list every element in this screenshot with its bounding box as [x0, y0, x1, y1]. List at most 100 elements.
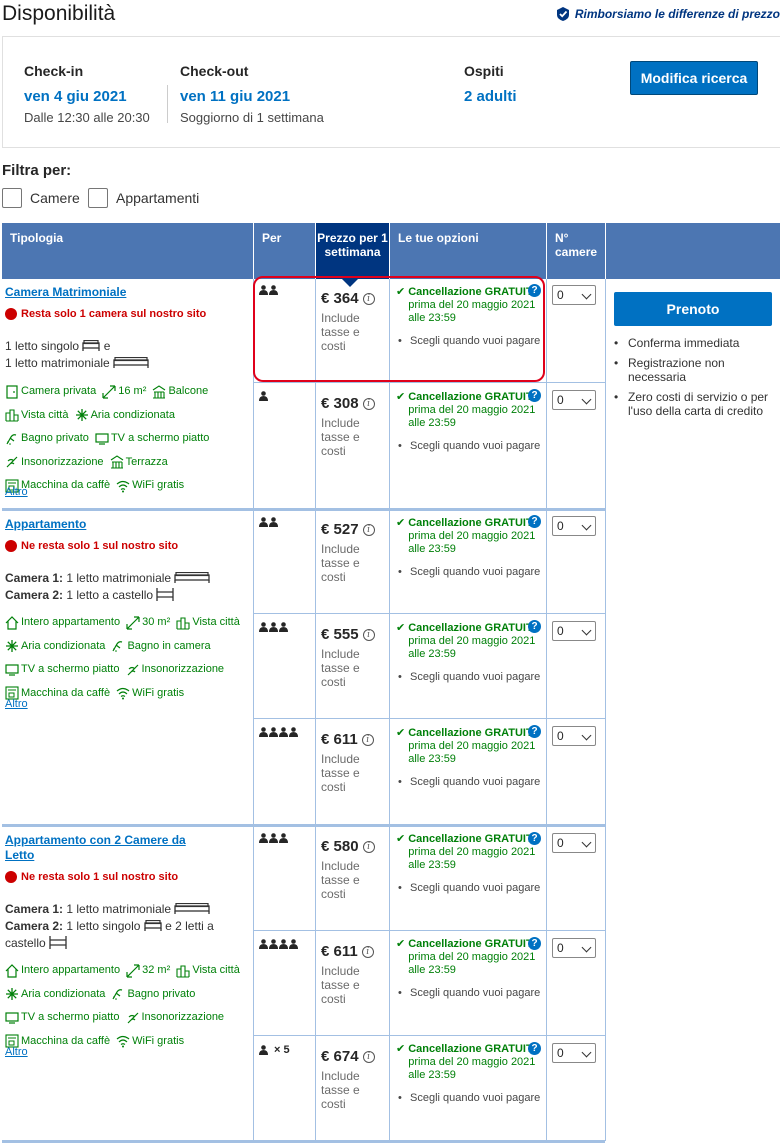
info-icon[interactable]: i: [362, 397, 375, 410]
facility: Aria condizionata: [5, 637, 105, 656]
row-divider: [253, 930, 605, 931]
options-cell: ✔ Cancellazione GRATUITA prima del 20 mag…: [396, 517, 544, 579]
more-link[interactable]: Altro: [5, 486, 28, 498]
single-bed-icon: [82, 340, 101, 351]
price-match-badge[interactable]: Rimborsiamo le differenze di prezzo: [555, 6, 780, 22]
guests-block: Ospiti 2 adulti: [464, 63, 517, 105]
facility: Bagno privato: [111, 985, 195, 1004]
reserve-button[interactable]: Prenoto: [614, 292, 772, 326]
room-name-link[interactable]: Camera Matrimoniale: [5, 285, 235, 300]
home-icon: [5, 963, 19, 978]
soundproof-icon: [6, 456, 18, 468]
person-icon: [279, 833, 288, 843]
room-quantity-select[interactable]: 0: [552, 621, 596, 641]
help-icon[interactable]: ?: [528, 832, 541, 845]
info-icon[interactable]: i: [362, 840, 375, 853]
help-icon[interactable]: ?: [528, 389, 541, 402]
row-divider: [253, 718, 605, 719]
header-options: Le tue opzioni: [390, 223, 546, 279]
person-icon: [289, 939, 298, 949]
help-icon[interactable]: ?: [528, 725, 541, 738]
person-icon: [279, 622, 288, 632]
room-quantity-select[interactable]: 0: [552, 1043, 596, 1063]
info-icon[interactable]: i: [361, 945, 374, 958]
info-icon[interactable]: i: [362, 628, 375, 641]
filter-apartments[interactable]: Appartamenti: [88, 188, 199, 208]
options-cell: ✔ Cancellazione GRATUITA prima del 20 mag…: [396, 622, 544, 684]
group-divider: [2, 508, 605, 511]
shower-icon: [6, 433, 17, 445]
person-icon: [259, 1045, 268, 1055]
header-price[interactable]: Prezzo per 1 settimana: [316, 223, 389, 279]
facility: 16 m²: [102, 382, 146, 401]
alert-dot-icon: [5, 308, 17, 320]
chevron-down-icon: [581, 837, 592, 848]
room-quantity-select[interactable]: 0: [552, 726, 596, 746]
check-icon: ✔: [396, 938, 406, 950]
facility: Balcone: [152, 382, 208, 401]
help-icon[interactable]: ?: [528, 620, 541, 633]
options-cell: ✔ Cancellazione GRATUITA prima del 20 mag…: [396, 1043, 544, 1105]
wifi-icon: [116, 480, 130, 492]
scarcity-notice: Ne resta solo 1 sul nostro sito: [5, 871, 178, 883]
room-quantity-select[interactable]: 0: [552, 390, 596, 410]
header-type: Tipologia: [2, 223, 253, 279]
modify-search-button[interactable]: Modifica ricerca: [630, 61, 758, 95]
guests-value[interactable]: 2 adulti: [464, 88, 517, 105]
person-icon: [259, 517, 268, 527]
help-icon[interactable]: ?: [528, 515, 541, 528]
help-icon[interactable]: ?: [528, 1042, 541, 1055]
person-icon: [259, 622, 268, 632]
check-icon: ✔: [396, 727, 406, 739]
facility: Bagno in camera: [111, 637, 211, 656]
chevron-down-icon: [581, 1047, 592, 1058]
checkin-date[interactable]: ven 4 giu 2021: [24, 88, 150, 105]
info-icon[interactable]: i: [362, 1050, 375, 1063]
checkin-block: Check-in ven 4 giu 2021 Dalle 12:30 alle…: [24, 63, 150, 125]
check-icon: ✔: [396, 622, 406, 634]
chevron-down-icon: [581, 730, 592, 741]
room-quantity-select[interactable]: 0: [552, 516, 596, 536]
filter-apartments-checkbox[interactable]: [88, 188, 108, 208]
info-icon[interactable]: i: [361, 733, 374, 746]
shower-icon: [112, 641, 123, 652]
options-cell: ✔ Cancellazione GRATUITA prima del 20 mag…: [396, 391, 544, 453]
balcony-icon: [153, 384, 166, 399]
double-bed-icon: [174, 572, 211, 583]
filter-rooms-checkbox[interactable]: [2, 188, 22, 208]
grid-line: [389, 279, 390, 1141]
door-icon: [6, 384, 18, 399]
check-icon: ✔: [396, 517, 406, 529]
room-quantity-select[interactable]: 0: [552, 938, 596, 958]
size-icon: [126, 963, 140, 978]
room-quantity-select[interactable]: 0: [552, 285, 596, 305]
checkout-date[interactable]: ven 11 giu 2021: [180, 88, 324, 105]
person-icon: [269, 622, 278, 632]
info-icon[interactable]: i: [362, 523, 375, 536]
more-link[interactable]: Altro: [5, 1046, 28, 1058]
price-amount: € 308: [321, 395, 359, 412]
room-name-link[interactable]: Appartamento: [5, 517, 235, 532]
facility: Insonorizzazione: [5, 453, 104, 472]
shield-check-icon: [556, 7, 569, 21]
facilities-list: Camera privata 16 m² Balcone Vista città…: [5, 382, 250, 500]
checkout-label: Check-out: [180, 63, 249, 79]
bed-config: Camera 1: 1 letto matrimoniale Camera 2:…: [5, 570, 245, 604]
filter-rooms[interactable]: Camere: [2, 188, 80, 208]
room-name-link[interactable]: Appartamento con 2 Camere da Letto: [5, 833, 205, 863]
room-quantity-select[interactable]: 0: [552, 833, 596, 853]
price-amount: € 555: [321, 626, 359, 643]
options-cell: ✔ Cancellazione GRATUITA prima del 20 mag…: [396, 938, 544, 1000]
more-link[interactable]: Altro: [5, 698, 28, 710]
group-divider: [2, 1140, 605, 1143]
chevron-down-icon: [581, 394, 592, 405]
person-icon: [289, 727, 298, 737]
bed-config: 1 letto singolo e 1 letto matrimoniale: [5, 338, 245, 372]
options-cell: ✔ Cancellazione GRATUITA prima del 20 mag…: [396, 833, 544, 895]
grid-line: [315, 279, 316, 1141]
page-title: Disponibilità: [2, 2, 116, 25]
help-icon[interactable]: ?: [528, 937, 541, 950]
filter-apartments-label: Appartamenti: [116, 190, 200, 206]
occupancy-1: [259, 391, 268, 401]
facility: Camera privata: [5, 382, 96, 401]
